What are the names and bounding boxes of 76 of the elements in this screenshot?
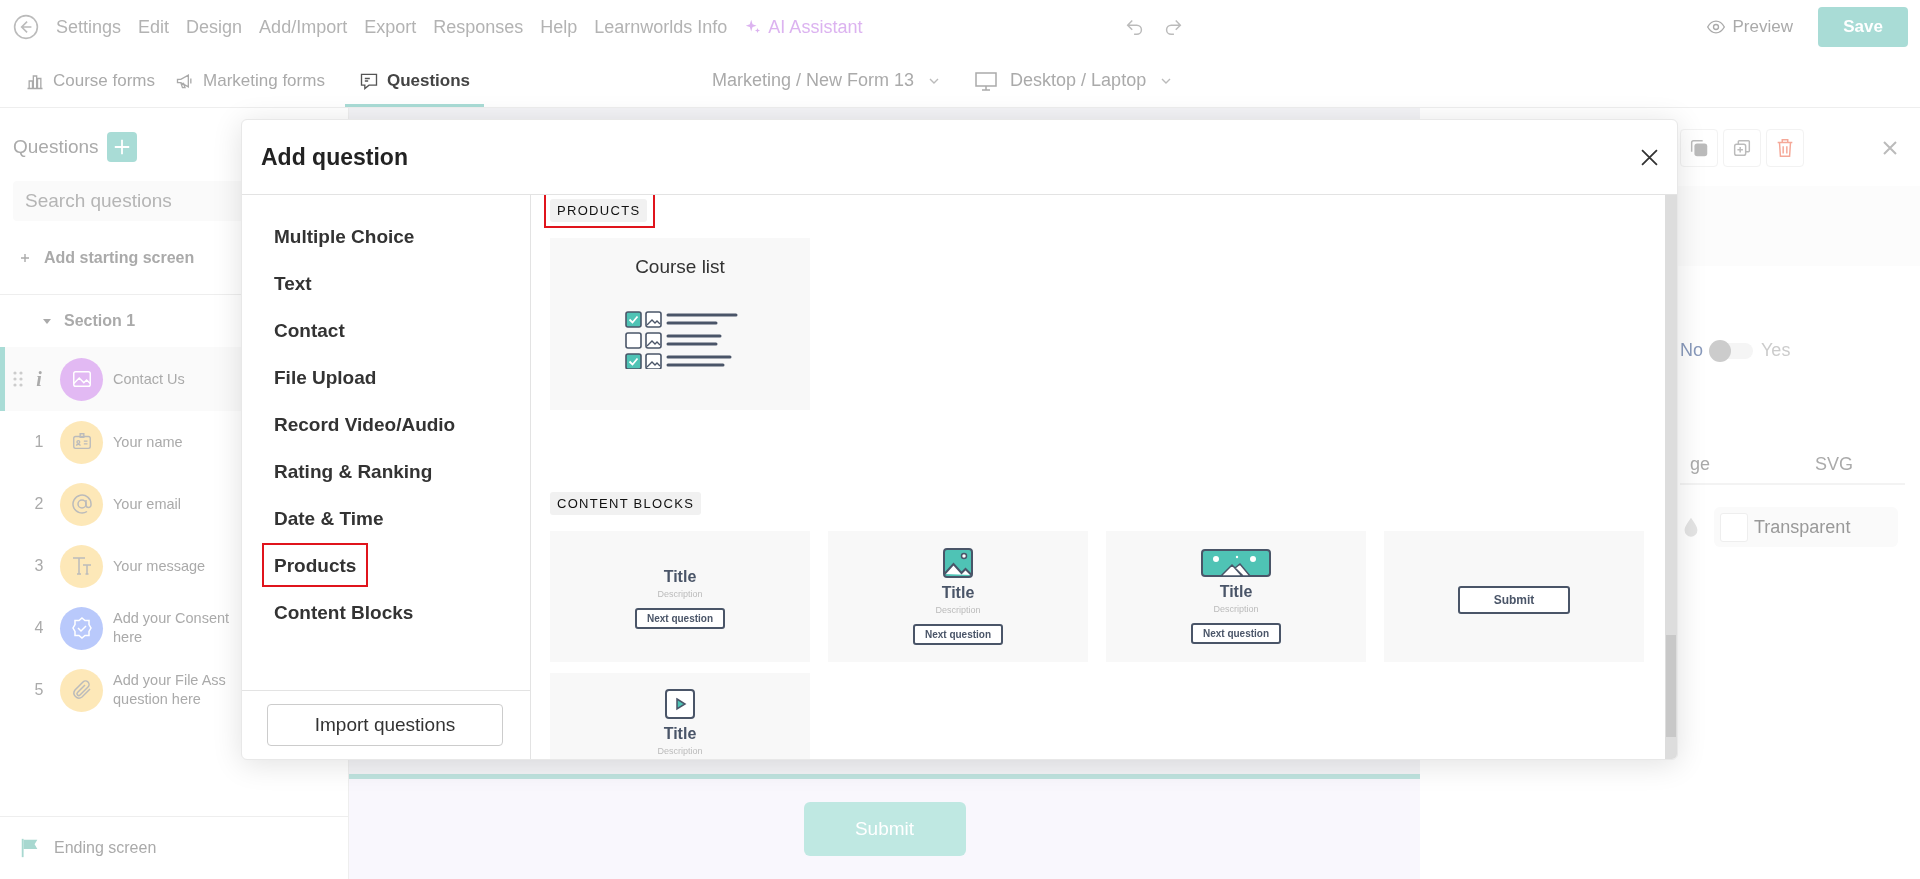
- image-icon: [70, 368, 93, 390]
- save-button[interactable]: Save: [1818, 7, 1908, 47]
- section-label: Section 1: [64, 312, 136, 330]
- menu-item[interactable]: Settings: [56, 16, 122, 38]
- question-label: Your name: [113, 432, 183, 452]
- question-number: 3: [33, 557, 45, 575]
- image-icon: [943, 548, 973, 578]
- duplicate-button[interactable]: [1723, 129, 1761, 167]
- question-label: Your email: [113, 494, 181, 514]
- close-icon[interactable]: [1641, 148, 1658, 166]
- preview-button: Submit: [1457, 585, 1571, 614]
- preview-button[interactable]: Preview: [1705, 17, 1793, 37]
- add-question-button[interactable]: [106, 132, 137, 162]
- question-number: 2: [33, 495, 45, 513]
- plus-icon: [112, 138, 131, 156]
- ai-assistant-button[interactable]: AI Assistant: [744, 16, 863, 38]
- card-title: Title: [663, 567, 697, 586]
- banner-drawing: [1201, 549, 1271, 577]
- menu-item[interactable]: Help: [540, 16, 578, 38]
- menu-item[interactable]: Design: [186, 16, 243, 38]
- question-number: i: [35, 367, 43, 391]
- duplicate-icon: [1731, 137, 1753, 159]
- scrollbar[interactable]: [1665, 195, 1677, 759]
- question-label: Add your Consent here: [113, 609, 230, 647]
- menu-item[interactable]: Add/Import: [259, 16, 348, 38]
- menu-item[interactable]: Edit: [138, 16, 170, 38]
- menu-item[interactable]: Learnworlds Info: [594, 16, 728, 38]
- at-sign-icon: [69, 492, 94, 516]
- question-label: Add your File Ass question here: [113, 671, 226, 709]
- form-selector[interactable]: Marketing / New Form 13: [712, 70, 941, 91]
- tab[interactable]: Marketing forms: [175, 57, 339, 107]
- preview-button: Next question: [1190, 623, 1282, 644]
- menu-item[interactable]: Export: [364, 16, 417, 38]
- copy-icon: [1688, 137, 1710, 159]
- menu-item[interactable]: Responses: [433, 16, 524, 38]
- tab[interactable]: Course forms: [25, 57, 170, 107]
- transparent-label: Transparent: [1754, 516, 1851, 538]
- category-item[interactable]: Rating & Ranking: [262, 449, 445, 493]
- category-item[interactable]: Products: [262, 543, 369, 587]
- toggle-switch[interactable]: [1709, 342, 1753, 359]
- delete-button[interactable]: [1766, 129, 1804, 167]
- question-label: Contact Us: [113, 369, 185, 389]
- category-item[interactable]: Content Blocks: [262, 590, 426, 634]
- card-title: Title: [1219, 583, 1253, 601]
- section-label: CONTENT BLOCKS: [550, 492, 702, 515]
- sparkle-icon: [744, 18, 763, 36]
- card-title: Course list: [635, 256, 725, 278]
- background-field[interactable]: Transparent: [1714, 507, 1898, 547]
- sidebar-title: Questions: [13, 136, 99, 158]
- question-label: Your message: [113, 556, 206, 576]
- dialog-title: Add question: [261, 143, 408, 171]
- preview-button: Next question: [634, 607, 726, 629]
- caret-icon[interactable]: [42, 316, 52, 326]
- play-icon: [665, 689, 695, 719]
- block-card[interactable]: Submit: [1384, 531, 1644, 662]
- category-item[interactable]: Date & Time: [262, 496, 396, 540]
- back-icon[interactable]: [13, 14, 39, 40]
- question-number: 5: [33, 681, 45, 699]
- drag-handle-icon[interactable]: [13, 371, 23, 387]
- preview-button: Next question: [912, 624, 1004, 645]
- section-label: PRODUCTS: [550, 199, 648, 222]
- plus-icon: [20, 252, 30, 263]
- ending-screen-item[interactable]: Ending screen: [0, 816, 348, 879]
- form-submit-button[interactable]: Submit: [803, 802, 966, 856]
- copy-button[interactable]: [1680, 129, 1718, 167]
- tab[interactable]: SVG: [1815, 454, 1854, 475]
- question-number: 1: [33, 433, 45, 451]
- device-selector[interactable]: Desktop / Laptop: [1010, 70, 1173, 91]
- tab[interactable]: ge: [1690, 454, 1711, 475]
- toggle-off-label: No: [1680, 340, 1703, 361]
- block-card[interactable]: Course list: [550, 238, 810, 410]
- badge-check-icon: [69, 616, 94, 640]
- import-questions-button[interactable]: Import questions: [267, 704, 503, 746]
- card-title: Title: [941, 584, 975, 602]
- card-title: Title: [663, 725, 697, 743]
- question-number: 4: [33, 619, 45, 637]
